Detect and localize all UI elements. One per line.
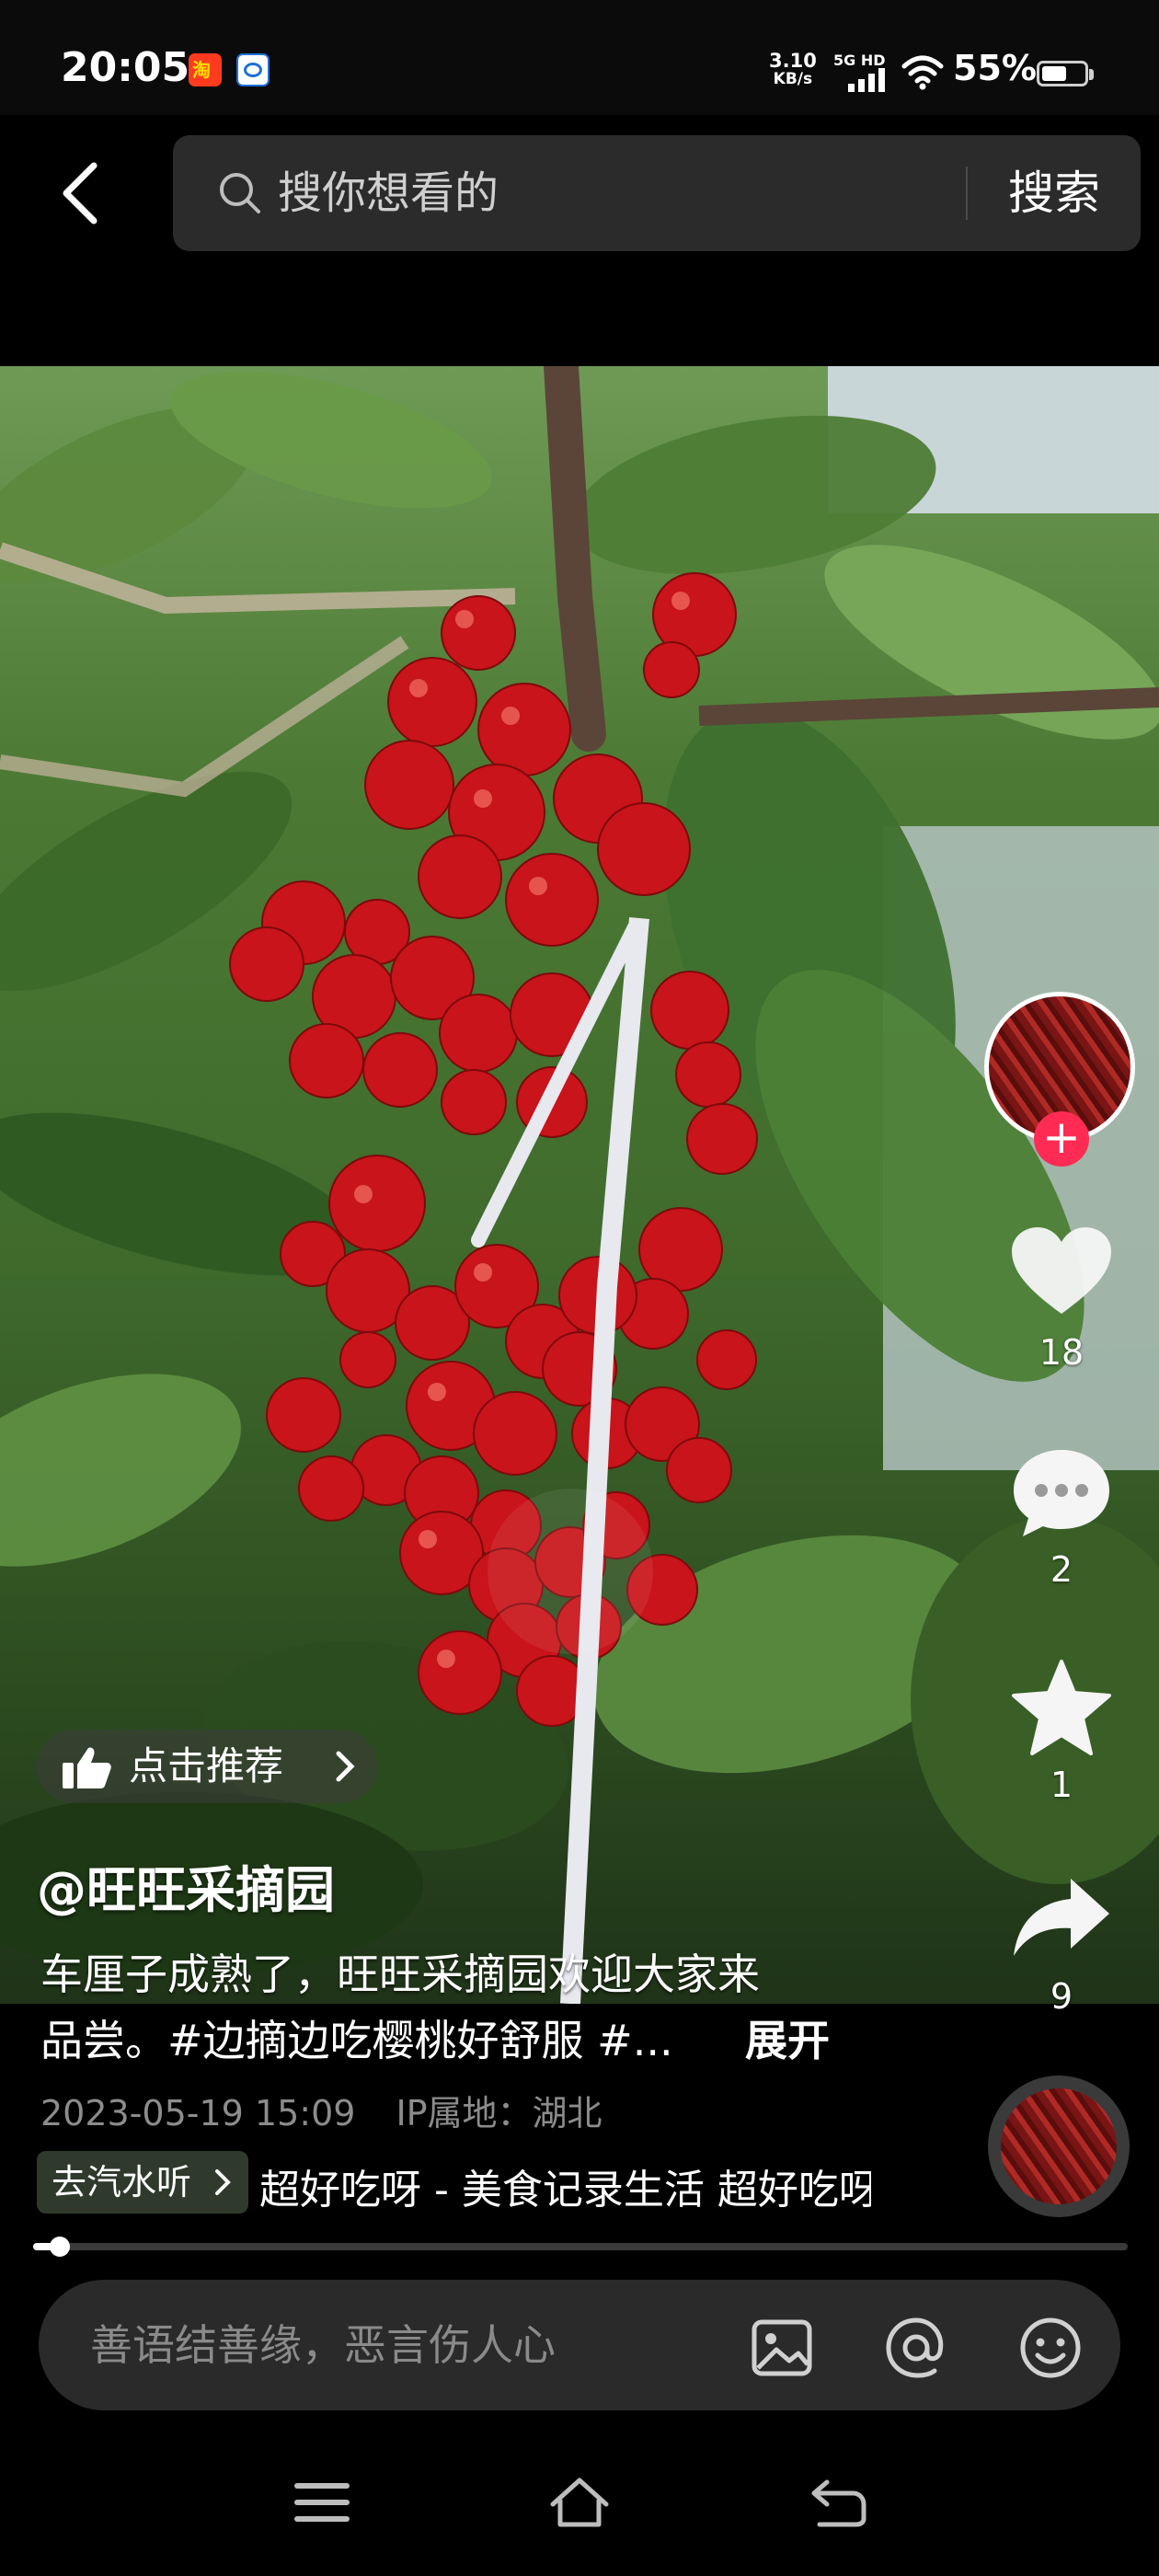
- music-title[interactable]: 超好吃呀 - 美食记录生活 超好吃呀 - 美食记录生活: [259, 2156, 871, 2215]
- caption-text: 车厘子成熟了，旺旺采摘园欢迎大家来: [40, 1949, 760, 1999]
- menu-icon[interactable]: [290, 2475, 354, 2530]
- image-icon[interactable]: [749, 2315, 815, 2381]
- comment-input[interactable]: 善语结善缘，恶言伤人心: [90, 2315, 556, 2375]
- emoji-icon[interactable]: [1017, 2315, 1084, 2381]
- search-box[interactable]: 搜你想看的 搜索: [173, 135, 1141, 251]
- recommend-label: 点击推荐: [129, 1743, 284, 1788]
- chevron-right-icon: [336, 1751, 355, 1782]
- favorite-count: 1: [1050, 1765, 1073, 1805]
- back-arrow-icon[interactable]: [53, 156, 109, 230]
- post-meta: 2023-05-19 15:09 IP属地：湖北: [40, 2085, 602, 2135]
- expand-caption-button[interactable]: 展开: [745, 2007, 830, 2068]
- net-speed-value: 3.10: [769, 50, 817, 72]
- share-count: 9: [1050, 1976, 1073, 2017]
- taobao-badge-text: 淘: [192, 59, 211, 81]
- progress-thumb[interactable]: [49, 2237, 70, 2257]
- music-disc-icon[interactable]: [988, 2076, 1130, 2217]
- signal-label: 5G HD: [833, 52, 886, 69]
- caption-text-line2: 品尝。#边摘边吃樱桃好舒服 #...: [40, 2016, 673, 2065]
- like-count: 18: [1039, 1332, 1084, 1373]
- battery-icon: [1037, 61, 1088, 86]
- play-overlay[interactable]: [488, 1489, 653, 1654]
- back-nav-icon[interactable]: [805, 2475, 869, 2530]
- post-date: 2023-05-19 15:09: [40, 2093, 356, 2133]
- signal-icon: [848, 68, 889, 92]
- recommend-button[interactable]: 点击推荐: [37, 1730, 377, 1803]
- battery-percent: 55%: [953, 48, 1037, 88]
- search-button[interactable]: 搜索: [1008, 163, 1100, 224]
- follow-button[interactable]: +: [1034, 1111, 1089, 1167]
- comment-bar[interactable]: 善语结善缘，恶言伤人心: [39, 2280, 1120, 2410]
- like-heart-icon[interactable]: [1010, 1225, 1113, 1317]
- at-mention-icon[interactable]: [883, 2315, 949, 2381]
- network-speed: 3.10 KB/s: [769, 50, 817, 89]
- video-progress-bar[interactable]: [33, 2237, 1128, 2257]
- thumbs-up-icon: [63, 1747, 111, 1788]
- status-time: 20:05: [61, 44, 190, 91]
- comment-count: 2: [1050, 1549, 1073, 1590]
- browser-icon: [236, 53, 270, 86]
- author-name[interactable]: @旺旺采摘园: [37, 1849, 335, 1922]
- home-icon[interactable]: [547, 2475, 612, 2530]
- chevron-right-icon: [215, 2169, 231, 2195]
- search-input[interactable]: 搜你想看的: [278, 163, 499, 224]
- battery-tip: [1089, 69, 1094, 80]
- wifi-icon: [901, 55, 944, 90]
- favorite-star-icon[interactable]: [1010, 1658, 1113, 1759]
- comment-bubble-icon[interactable]: [1010, 1446, 1113, 1538]
- net-speed-unit: KB/s: [773, 70, 813, 88]
- music-chip-label: 去汽水听: [52, 2162, 192, 2202]
- share-arrow-icon[interactable]: [1010, 1873, 1113, 1961]
- search-icon: [220, 173, 260, 213]
- taobao-icon: 淘: [189, 53, 222, 86]
- system-nav-bar: [0, 2429, 1159, 2576]
- open-in-qishui-button[interactable]: 去汽水听: [37, 2151, 248, 2214]
- ip-location: IP属地：湖北: [396, 2093, 602, 2133]
- search-divider: [966, 167, 968, 220]
